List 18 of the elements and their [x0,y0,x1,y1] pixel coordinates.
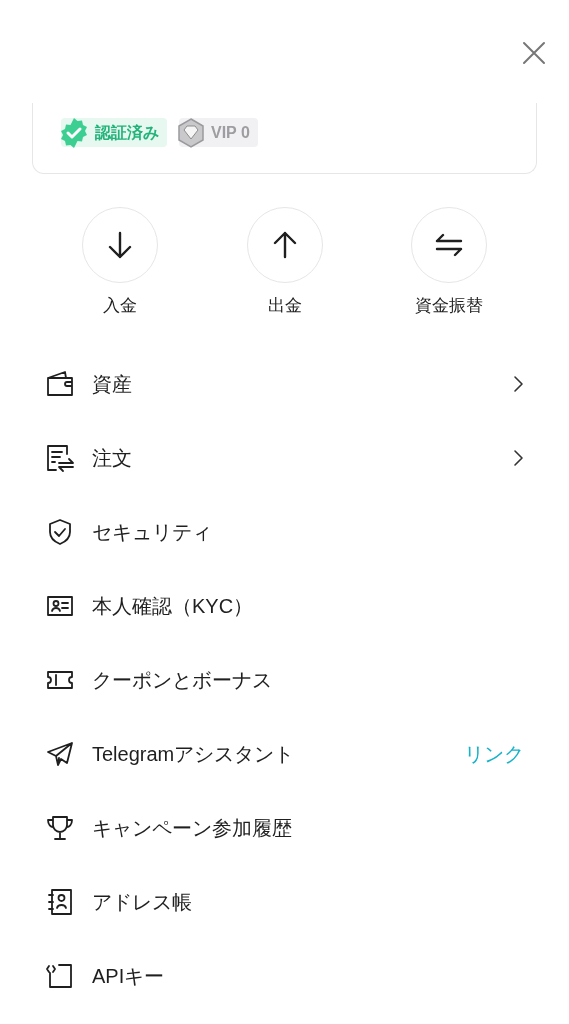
chevron-right-icon [512,374,524,393]
contact-book-icon [45,886,75,917]
close-icon [522,41,546,65]
wallet-icon [45,368,75,399]
menu-item[interactable]: クーポンとボーナス [0,642,569,717]
verified-badge: 認証済み [61,118,167,147]
menu-item[interactable]: セキュリティ [0,494,569,569]
menu-item[interactable]: 本人確認（KYC） [0,568,569,643]
order-list-icon [45,442,75,473]
chevron-right-icon [512,448,524,467]
menu-item[interactable]: アドレス帳 [0,864,569,939]
menu-item[interactable]: キャンペーン参加履歴 [0,790,569,865]
diamond-icon [175,116,207,149]
menu-item[interactable]: APIキー [0,938,569,1013]
menu-item[interactable]: Telegramアシスタント リンク [0,716,569,791]
menu-item[interactable]: 注文 [0,420,569,495]
vip-badge: VIP 0 [179,118,258,147]
menu-item[interactable]: 資産 [0,346,569,421]
